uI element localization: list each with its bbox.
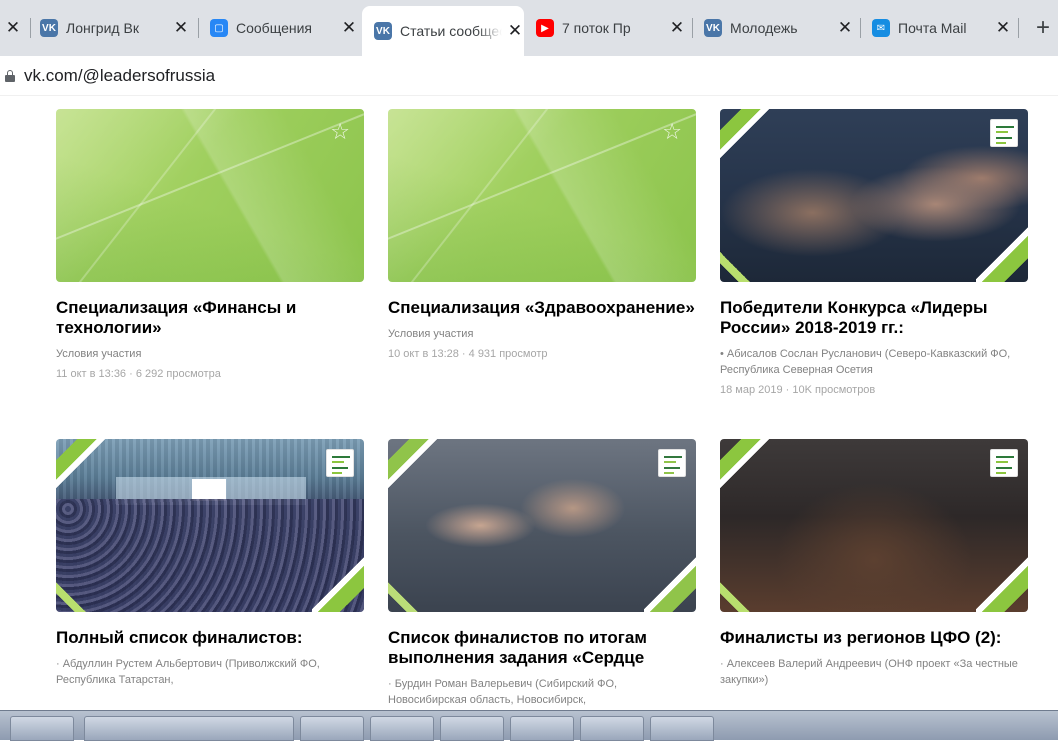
- taskbar-item[interactable]: [370, 716, 434, 741]
- article-thumbnail[interactable]: ☆: [388, 109, 696, 282]
- article-meta: 18 мар 2019 · 10K просмотров: [720, 384, 876, 396]
- article-meta: 10 окт в 13:28 · 4 931 просмотр: [388, 348, 548, 360]
- article-subtitle: · Алексеев Валерий Андреевич (ОНФ проект…: [720, 658, 1018, 686]
- tab-title: Почта Mail: [898, 20, 967, 36]
- tab-longrid[interactable]: VK Лонгрид Вк ✕: [40, 8, 190, 48]
- article-title[interactable]: Финалисты из регионов ЦФО (2):: [720, 628, 1028, 648]
- decor-stripe: [388, 572, 434, 612]
- article-thumbnail[interactable]: [720, 109, 1028, 282]
- tab-title: Лонгрид Вк: [66, 20, 139, 36]
- browser-tab-strip: ✕ VK Лонгрид Вк ✕ ▢ Сообщения ✕ VK Стать…: [0, 0, 1058, 56]
- article-thumbnail[interactable]: [56, 439, 364, 612]
- article-subtitle: • Абисалов Сослан Русланович (Северо-Кав…: [720, 348, 1011, 376]
- decor-stripe: [56, 439, 108, 495]
- close-icon[interactable]: ✕: [340, 18, 358, 38]
- article-card[interactable]: ☆ Специализация «Здравоохранение» Услови…: [388, 109, 696, 360]
- article-subtitle: · Бурдин Роман Валерьевич (Сибирский ФО,…: [388, 678, 618, 706]
- decor-stripe: [720, 439, 772, 495]
- os-taskbar: [0, 710, 1058, 741]
- tab-title: Статьи сообщества: [400, 23, 502, 39]
- tab-title: 7 поток Пр: [562, 20, 631, 36]
- close-icon[interactable]: ✕: [506, 21, 524, 41]
- leaders-logo-icon: [990, 449, 1018, 477]
- tab-partial[interactable]: ✕: [0, 8, 22, 48]
- taskbar-item[interactable]: [10, 716, 74, 741]
- tab-separator: [692, 18, 693, 38]
- close-icon[interactable]: ✕: [4, 18, 22, 38]
- lock-icon[interactable]: [5, 69, 15, 82]
- taskbar-item[interactable]: [650, 716, 714, 741]
- taskbar-item[interactable]: [300, 716, 364, 741]
- star-icon[interactable]: ☆: [662, 121, 682, 143]
- tab-youth[interactable]: VK Молодежь ✕: [704, 8, 854, 48]
- article-thumbnail[interactable]: [388, 439, 696, 612]
- article-card[interactable]: Полный список финалистов: · Абдуллин Рус…: [56, 439, 364, 688]
- article-title[interactable]: Специализация «Финансы и технологии»: [56, 298, 364, 338]
- article-title[interactable]: Специализация «Здравоохранение»: [388, 298, 696, 318]
- tab-separator: [1018, 18, 1019, 38]
- tab-separator: [860, 18, 861, 38]
- article-title[interactable]: Победители Конкурса «Лидеры России» 2018…: [720, 298, 1028, 338]
- taskbar-item[interactable]: [84, 716, 294, 741]
- leaders-logo-icon: [990, 119, 1018, 147]
- leaders-logo-icon: [658, 449, 686, 477]
- mail-icon: ✉: [872, 19, 890, 37]
- new-tab-button[interactable]: +: [1036, 14, 1050, 42]
- youtube-icon: ▶: [536, 19, 554, 37]
- vk-icon: VK: [704, 19, 722, 37]
- leaders-logo-icon: [326, 449, 354, 477]
- article-card[interactable]: Победители Конкурса «Лидеры России» 2018…: [720, 109, 1028, 396]
- tab-messages[interactable]: ▢ Сообщения ✕: [210, 8, 358, 48]
- close-icon[interactable]: ✕: [668, 18, 686, 38]
- star-icon[interactable]: ☆: [330, 121, 350, 143]
- article-card[interactable]: Список финалистов по итогам выполнения з…: [388, 439, 696, 708]
- decor-stripe: [976, 556, 1028, 612]
- close-icon[interactable]: ✕: [836, 18, 854, 38]
- article-title[interactable]: Список финалистов по итогам выполнения з…: [388, 628, 696, 668]
- article-card[interactable]: ☆ Специализация «Финансы и технологии» У…: [56, 109, 364, 380]
- decor-stripe: [720, 109, 772, 165]
- tab-youtube[interactable]: ▶ 7 поток Пр ✕: [536, 8, 686, 48]
- close-icon[interactable]: ✕: [172, 18, 190, 38]
- decor-stripe: [720, 572, 766, 612]
- articles-grid: ☆ Специализация «Финансы и технологии» У…: [0, 96, 1058, 710]
- tab-separator: [30, 18, 31, 38]
- tab-title: Молодежь: [730, 20, 798, 36]
- article-thumbnail[interactable]: [720, 439, 1028, 612]
- tab-title: Сообщения: [236, 20, 312, 36]
- decor-stripe: [976, 226, 1028, 282]
- vk-icon: VK: [374, 22, 392, 40]
- taskbar-item[interactable]: [440, 716, 504, 741]
- tab-separator: [198, 18, 199, 38]
- address-bar[interactable]: vk.com/@leadersofrussia: [0, 56, 1058, 96]
- url-text[interactable]: vk.com/@leadersofrussia: [24, 66, 215, 86]
- tab-mail[interactable]: ✉ Почта Mail ✕: [872, 8, 1012, 48]
- message-icon: ▢: [210, 19, 228, 37]
- tab-community-articles[interactable]: VK Статьи сообщества ✕: [362, 6, 524, 56]
- taskbar-item[interactable]: [580, 716, 644, 741]
- article-card[interactable]: Финалисты из регионов ЦФО (2): · Алексее…: [720, 439, 1028, 688]
- close-icon[interactable]: ✕: [994, 18, 1012, 38]
- decor-stripe: [644, 556, 696, 612]
- article-subtitle: Условия участия: [56, 348, 142, 360]
- article-thumbnail[interactable]: ☆: [56, 109, 364, 282]
- article-subtitle: · Абдуллин Рустем Альбертович (Приволжск…: [56, 658, 320, 686]
- article-meta: 11 окт в 13:36 · 6 292 просмотра: [56, 368, 221, 380]
- decor-stripe: [56, 572, 102, 612]
- decor-stripe: [388, 439, 440, 495]
- taskbar-item[interactable]: [510, 716, 574, 741]
- vk-icon: VK: [40, 19, 58, 37]
- decor-stripe: [720, 242, 766, 282]
- article-title[interactable]: Полный список финалистов:: [56, 628, 364, 648]
- article-subtitle: Условия участия: [388, 328, 474, 340]
- decor-stripe: [312, 556, 364, 612]
